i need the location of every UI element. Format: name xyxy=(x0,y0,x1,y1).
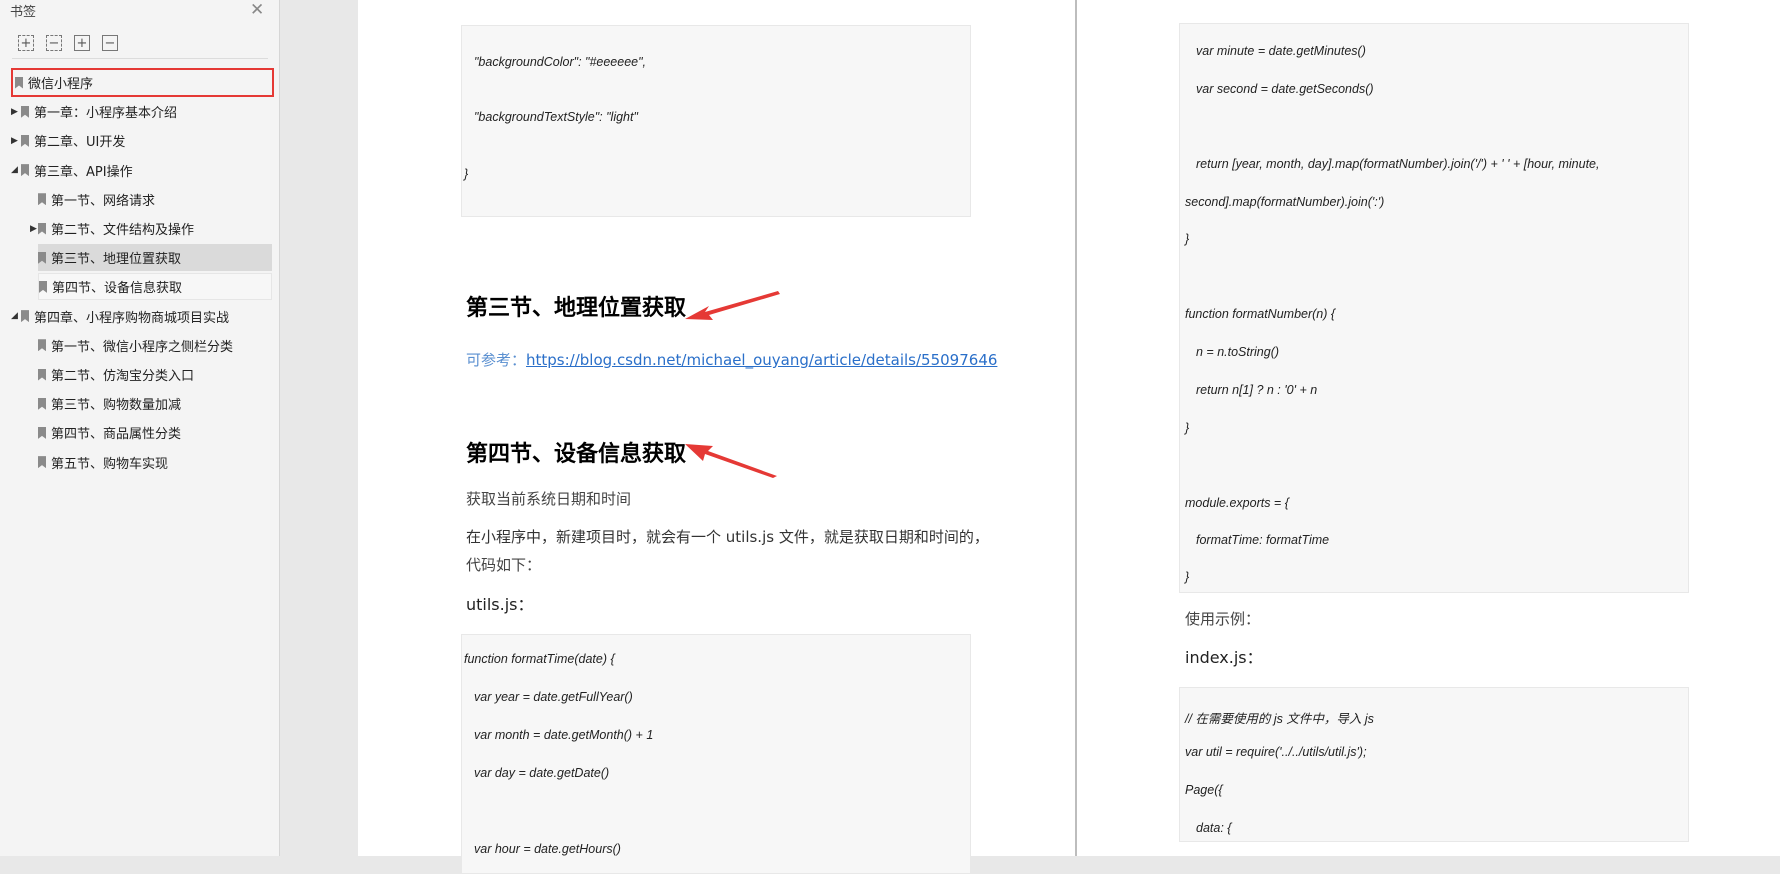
bookmark-label: 第一节、网络请求 xyxy=(51,193,156,209)
code-line: var hour = date.getHours() xyxy=(474,842,621,856)
bookmark-icon xyxy=(38,368,46,381)
collapse-arrow-icon[interactable]: ◢ xyxy=(11,165,21,175)
bookmark-item[interactable]: ◢ 第四章、小程序购物商城项目实战 xyxy=(11,303,273,330)
bookmark-label: 第四节、商品属性分类 xyxy=(51,427,182,443)
bookmark-label: 第四章、小程序购物商城项目实战 xyxy=(34,310,230,326)
section-heading: 第四节、设备信息获取 xyxy=(466,442,687,467)
reference-label: 可参考： xyxy=(466,351,527,369)
file-label: utils.js： xyxy=(466,595,534,614)
code-block: // 在需要使用的 js 文件中，导入 js var util = require… xyxy=(1179,687,1689,842)
add-bookmark-icon[interactable]: + xyxy=(74,35,90,51)
bookmark-icon xyxy=(38,397,46,410)
file-label: index.js： xyxy=(1185,648,1263,667)
bookmark-label: 第一章：小程序基本介绍 xyxy=(34,106,178,122)
code-line: data: { xyxy=(1196,821,1232,835)
bookmark-item[interactable]: 第一节、微信小程序之侧栏分类 xyxy=(38,332,272,359)
bookmark-label: 第四节、设备信息获取 xyxy=(52,281,183,297)
code-line: } xyxy=(1185,232,1190,246)
bookmark-icon xyxy=(38,193,46,206)
collapse-all-icon[interactable]: − xyxy=(46,35,62,51)
paragraph: 在小程序中，新建项目时，就会有一个 utils.js 文件，就是获取日期和时间的… xyxy=(466,528,989,546)
code-block: var minute = date.getMinutes() var second… xyxy=(1179,23,1689,593)
code-line: // 在需要使用的 js 文件中，导入 js xyxy=(1185,712,1374,726)
close-icon[interactable]: ✕ xyxy=(250,0,264,20)
code-line: var util = require('../../utils/util.js'… xyxy=(1185,745,1367,759)
page-separator xyxy=(1075,0,1077,856)
code-line: module.exports = { xyxy=(1185,496,1289,510)
code-block: function formatTime(date) { var year = d… xyxy=(461,634,971,874)
code-line: return n[1] ? n : '0' + n xyxy=(1196,383,1318,397)
reference-link[interactable]: https://blog.csdn.net/michael_ouyang/art… xyxy=(526,351,997,369)
code-line: function formatTime(date) { xyxy=(464,652,615,666)
code-line: var year = date.getFullYear() xyxy=(474,690,633,704)
bookmark-label: 第三章、API操作 xyxy=(34,164,133,180)
bookmark-icon xyxy=(38,222,46,235)
paragraph: 获取当前系统日期和时间 xyxy=(466,490,632,508)
bookmark-icon xyxy=(21,134,29,147)
code-line: var second = date.getSeconds() xyxy=(1196,82,1374,96)
bookmark-icon xyxy=(38,251,46,264)
document-page-1: "backgroundColor": "#eeeeee", "backgroun… xyxy=(358,0,1075,874)
bookmark-item[interactable]: 第三节、地理位置获取 xyxy=(38,244,272,272)
bookmark-item[interactable]: ▶ 第二节、文件结构及操作 xyxy=(30,215,272,242)
expand-all-icon[interactable]: + xyxy=(18,35,34,51)
paragraph: 代码如下： xyxy=(466,556,542,574)
code-line: var minute = date.getMinutes() xyxy=(1196,44,1366,58)
bookmark-icon xyxy=(21,105,29,118)
annotation-arrow xyxy=(685,291,780,320)
code-line: } xyxy=(1185,421,1190,435)
bookmark-item[interactable]: 第四节、商品属性分类 xyxy=(38,419,272,446)
bookmark-item[interactable]: 第一节、网络请求 xyxy=(38,186,272,213)
bookmark-icon xyxy=(38,456,46,469)
expand-arrow-icon[interactable]: ▶ xyxy=(11,107,21,117)
bookmark-item[interactable]: ▶ 第一章：小程序基本介绍 xyxy=(11,98,273,125)
bookmark-icon xyxy=(38,426,46,439)
bookmark-icon xyxy=(21,164,29,177)
bookmark-label: 第三节、购物数量加减 xyxy=(51,398,182,414)
code-line: function formatNumber(n) { xyxy=(1185,307,1336,321)
document-page-2: var minute = date.getMinutes() var second… xyxy=(1077,0,1780,856)
bookmark-icon xyxy=(38,339,46,352)
code-line: "backgroundColor": "#eeeeee", xyxy=(474,55,647,69)
code-line: second].map(formatNumber).join(':') xyxy=(1185,195,1385,209)
code-line: } xyxy=(1185,570,1190,584)
code-line: n = n.toString() xyxy=(1196,345,1280,359)
collapse-arrow-icon[interactable]: ◢ xyxy=(11,311,21,321)
paragraph: 使用示例： xyxy=(1185,610,1261,628)
section-heading: 第三节、地理位置获取 xyxy=(466,296,687,321)
bookmark-item[interactable]: ◢ 第三章、API操作 xyxy=(11,157,273,184)
code-line: formatTime: formatTime xyxy=(1196,533,1330,547)
code-line: var month = date.getMonth() + 1 xyxy=(474,728,654,742)
bookmark-label: 第一节、微信小程序之侧栏分类 xyxy=(51,339,234,355)
bookmark-item[interactable]: 第四节、设备信息获取 xyxy=(38,273,272,301)
bookmark-item[interactable]: 第五节、购物车实现 xyxy=(38,449,272,476)
remove-bookmark-icon[interactable]: − xyxy=(102,35,118,51)
bookmark-label: 第三节、地理位置获取 xyxy=(51,252,182,268)
code-line: Page({ xyxy=(1185,783,1223,797)
bookmark-label: 第二节、仿淘宝分类入口 xyxy=(51,369,195,384)
annotation-box xyxy=(11,68,274,97)
bookmark-icon xyxy=(21,310,29,323)
divider xyxy=(12,58,268,59)
code-line: "backgroundTextStyle": "light" xyxy=(474,110,638,124)
panel-title: 书签 xyxy=(10,5,37,20)
bookmark-item[interactable]: ▶ 第二章、UI开发 xyxy=(11,127,273,154)
code-block: "backgroundColor": "#eeeeee", "backgroun… xyxy=(461,25,971,217)
bookmark-item[interactable]: 第三节、购物数量加减 xyxy=(38,390,272,417)
bookmark-label: 第二章、UI开发 xyxy=(34,135,126,151)
code-line: var day = date.getDate() xyxy=(474,766,610,780)
bookmark-label: 第二节、文件结构及操作 xyxy=(51,223,195,238)
code-line: } xyxy=(464,167,469,181)
bookmark-label: 第五节、购物车实现 xyxy=(51,456,169,472)
code-line: return [year, month, day].map(formatNumb… xyxy=(1196,157,1600,171)
expand-arrow-icon[interactable]: ▶ xyxy=(11,136,21,146)
bookmark-icon xyxy=(39,280,47,293)
bookmark-panel: 书签 ✕ + − + − 微信小程序 ▶ 第一章：小程序基本介绍 ▶ 第二章、UI开发 ◢… xyxy=(0,0,280,856)
annotation-arrow xyxy=(685,444,777,478)
bookmark-item[interactable]: 第二节、仿淘宝分类入口 xyxy=(38,361,272,388)
